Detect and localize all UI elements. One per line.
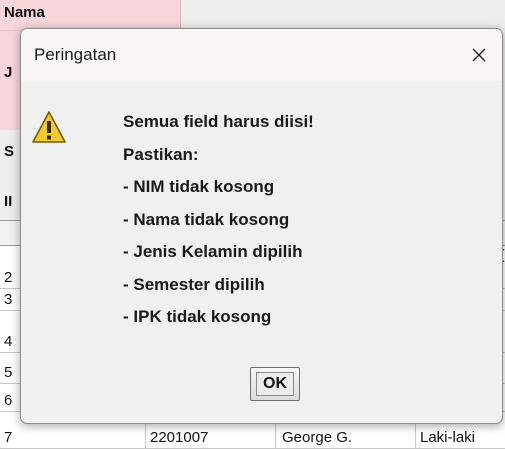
cell-no: 4 — [4, 333, 13, 350]
label-nama: Nama — [4, 4, 45, 21]
message-line: - NIM tidak kosong — [123, 177, 275, 196]
message-line: - IPK tidak kosong — [123, 307, 272, 326]
label-ipk-partial: II — [4, 193, 13, 210]
cell-nim: 2201007 — [150, 429, 209, 446]
dialog-title: Peringatan — [34, 45, 117, 64]
warning-dialog: Peringatan Semua field harus diisi! Past… — [20, 28, 503, 424]
dialog-titlebar[interactable]: Peringatan — [21, 29, 502, 81]
message-line: - Jenis Kelamin dipilih — [123, 242, 303, 261]
message-line: Semua field harus diisi! — [123, 112, 314, 131]
label-semester-partial: S — [4, 143, 15, 160]
label-jenis-kelamin-partial: J — [4, 64, 13, 81]
cell-no: 3 — [4, 291, 13, 308]
cell-nama: George G. — [282, 429, 353, 446]
cell-no: 2 — [4, 269, 13, 286]
message-line: Pastikan: — [123, 144, 199, 164]
cell-no: 5 — [4, 364, 13, 381]
table-row[interactable]: 7 2201007 George G. Laki-laki — [0, 427, 505, 449]
ok-button-label: OK — [256, 372, 294, 396]
close-icon — [472, 48, 486, 62]
cell-no: 7 — [4, 429, 13, 446]
cell-no: 6 — [4, 392, 13, 409]
warning-icon — [32, 111, 66, 143]
dialog-message: Semua field harus diisi! Pastikan: - NIM… — [123, 112, 314, 340]
message-line: - Semester dipilih — [123, 274, 265, 294]
cell-jenis-kelamin: Laki-laki — [420, 429, 476, 446]
ok-button[interactable]: OK — [250, 367, 300, 401]
close-button[interactable] — [456, 29, 502, 81]
message-line: - Nama tidak kosong — [123, 209, 290, 229]
